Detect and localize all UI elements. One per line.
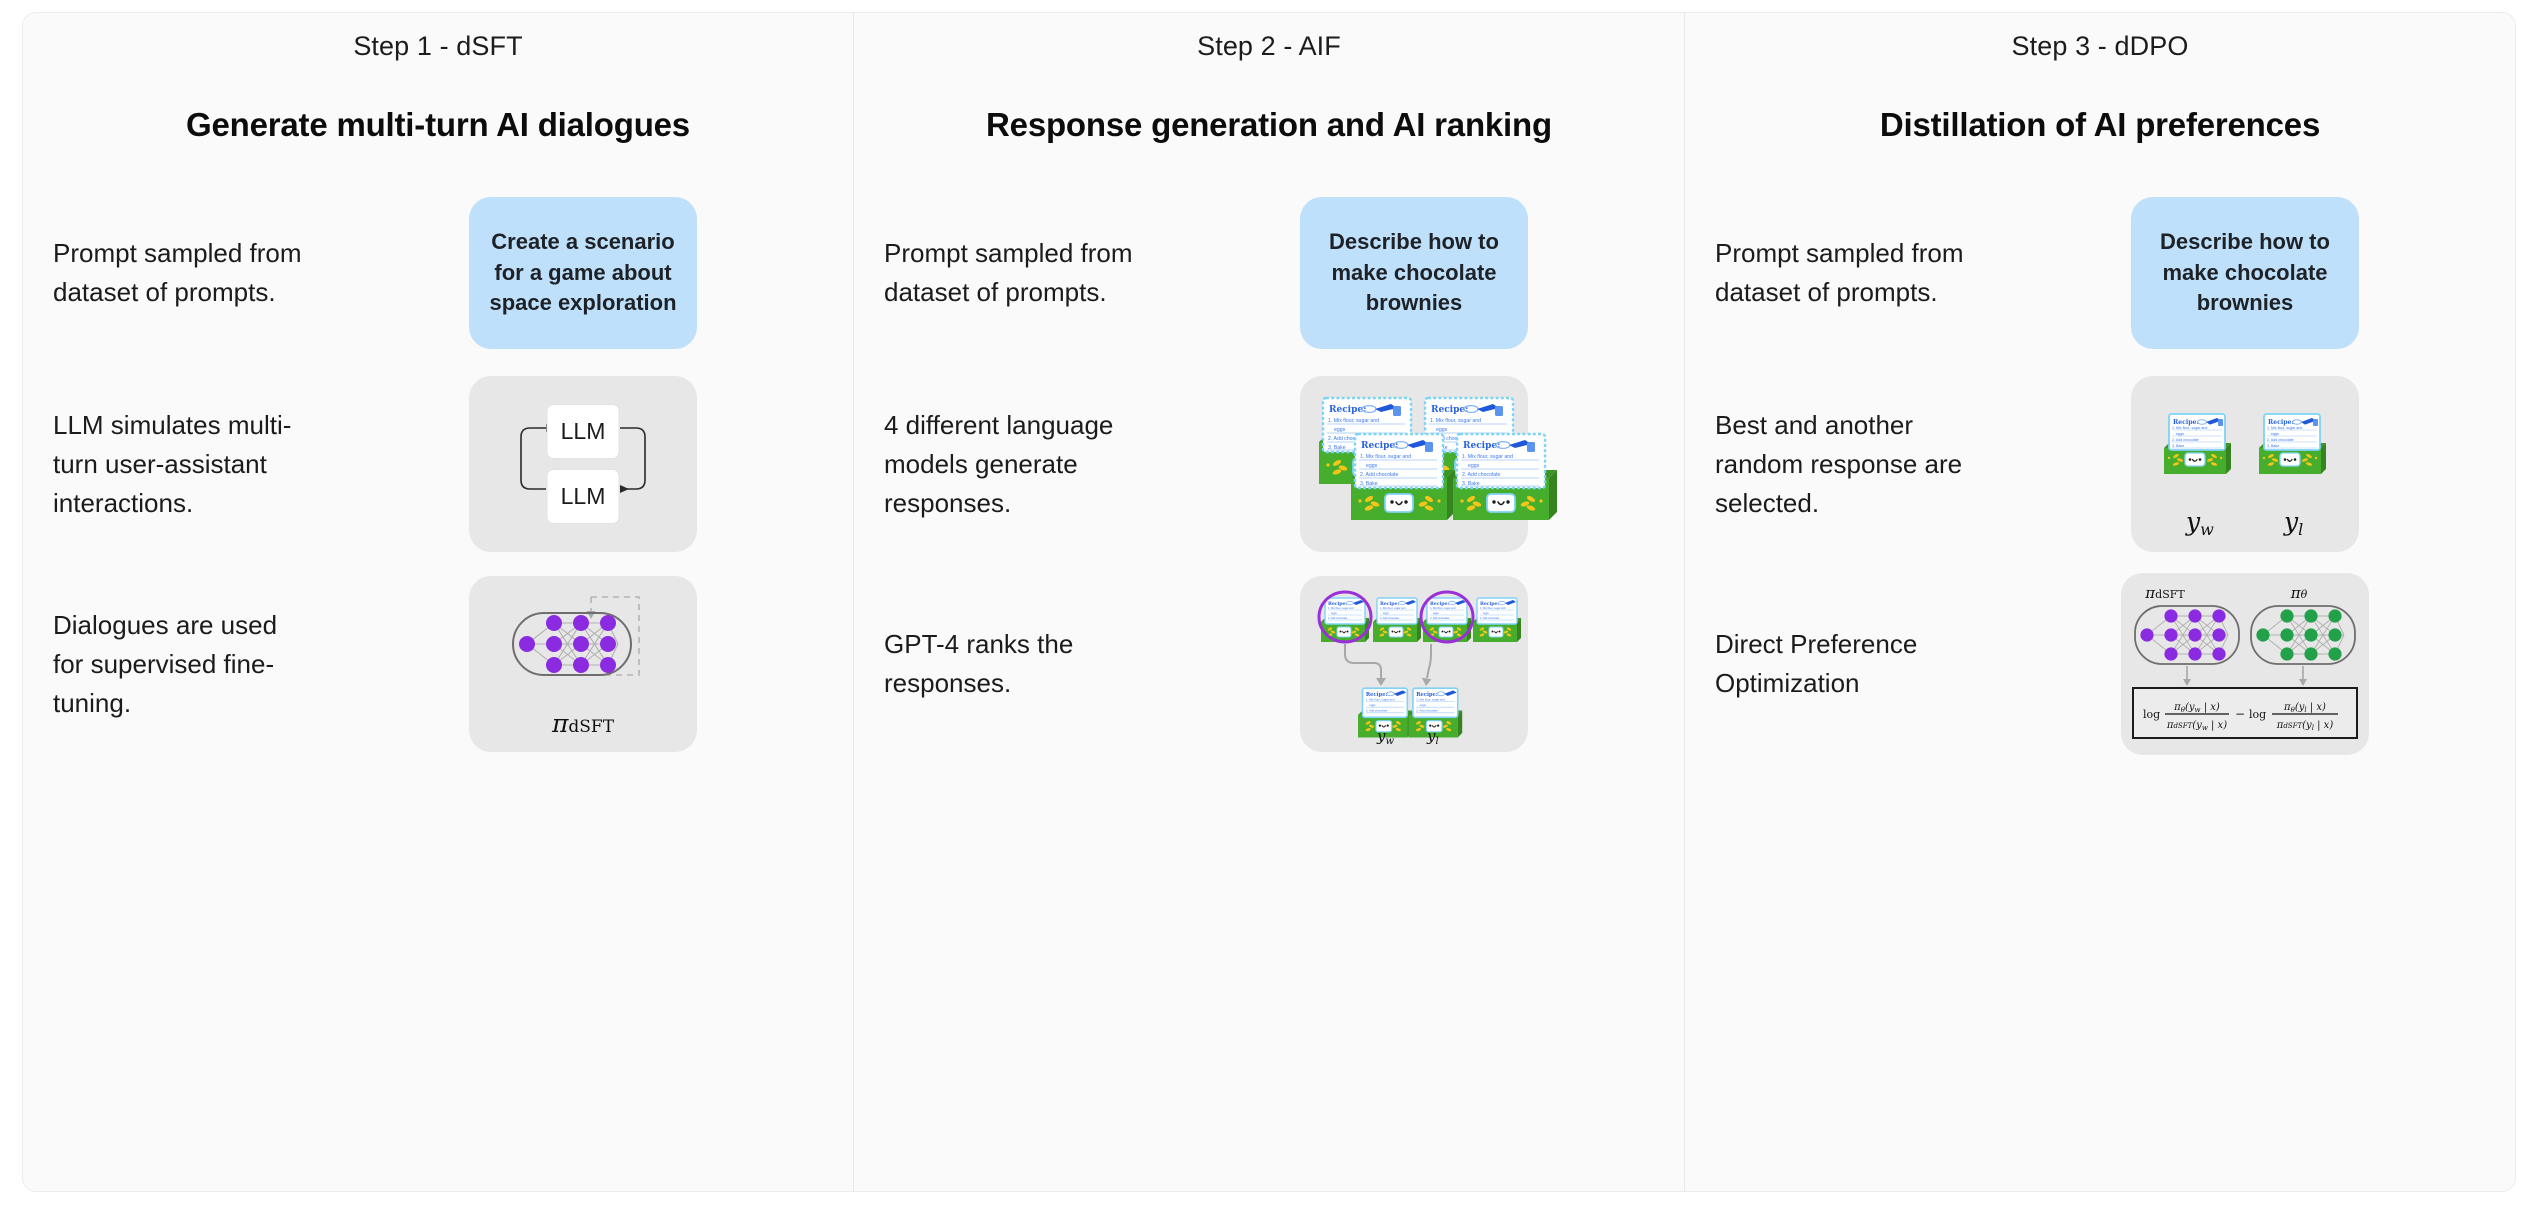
pi-dsft-label: πdSFT [2144,584,2185,602]
row-description: 4 different language models generate res… [884,409,1114,518]
row-visual: LLM LLM [313,376,853,552]
row-visual: Create a scenario for a game about space… [313,197,853,349]
row-2-col-2: 4 different language models generate res… [854,365,1684,563]
dpo-diagram-icon: πdSFT πθ log πθ(yw | x) πdSFT(yw | x) − … [2132,584,2358,739]
ranking-diagram-icon: Recipe: 1. Mix flour, sugar and eggs [1317,590,1522,747]
llm-box-bottom: LLM [546,469,620,524]
row-visual: Recipe: 1. Mix flour, sugar and eggs 2. … [1975,376,2515,552]
row-description: Direct Preference Optimization [1715,629,1918,698]
row-2-col-3: Best and another random response are sel… [1685,365,2515,563]
pi-dsft-label: πdSFT [552,709,614,738]
row-1-col-3: Prompt sampled from dataset of prompts. … [1685,177,2515,369]
row-visual: πdSFT πθ log πθ(yw | x) πdSFT(yw | x) − … [1975,573,2515,755]
gpt4-ranking-card: Recipe: 1. Mix flour, sugar and eggs [1300,576,1528,752]
step-label-3: Step 3 - dDPO [2011,31,2189,61]
neural-network-dsft-icon [511,595,640,676]
label-yl: yl [2283,507,2303,539]
dsft-model-card: πdSFT [469,576,697,752]
prompt-bubble: Describe how to make chocolate brownies [2131,197,2359,349]
row-3-col-3: Direct Preference Optimization πdSFT πθ [1685,565,2515,763]
column-step-1: Step 1 - dSFT Generate multi-turn AI dia… [23,13,853,1191]
recipe-stack-card: Recipe: 1. Mix flour, sugar and eggs 2. … [1300,376,1559,552]
formula-minus: − [2235,707,2245,721]
step-label-1: Step 1 - dSFT [353,31,523,61]
four-recipe-cards-icon: Recipe: 1. Mix flour, sugar and eggs 2. … [1317,396,1559,522]
formula-log-1: log [2143,708,2160,721]
dpo-formula-card: πdSFT πθ log πθ(yw | x) πdSFT(yw | x) − … [2121,573,2369,755]
step-title-3: Distillation of AI preferences [1879,106,2321,143]
row-description: Prompt sampled from dataset of prompts. [53,238,302,307]
row-1-col-2: Prompt sampled from dataset of prompts. … [854,177,1684,369]
row-visual: Describe how to make chocolate brownies [1975,197,2515,349]
row-description: Dialogues are used for supervised fine-t… [53,609,278,718]
pi-theta-label: πθ [2290,584,2308,602]
row-2-col-1: LLM simulates multi-turn user-assistant … [23,365,853,563]
row-visual: Describe how to make chocolate brownies [1144,197,1684,349]
row-3-col-2: GPT-4 ranks the responses. Recipe: 1. Mi… [854,565,1684,763]
pi-symbol: π [551,708,569,738]
step-title-1: Generate multi-turn AI dialogues [186,106,690,143]
row-1-col-1: Prompt sampled from dataset of prompts. … [23,177,853,369]
figure-panel: Step 1 - dSFT Generate multi-turn AI dia… [22,12,2516,1192]
selected-responses-icon: Recipe: 1. Mix flour, sugar and eggs 2. … [2163,413,2327,539]
prompt-bubble: Describe how to make chocolate brownies [1300,197,1528,349]
row-visual: Recipe: 1. Mix flour, sugar and eggs 2. … [1144,376,1684,552]
row-3-col-1: Dialogues are used for supervised fine-t… [23,565,853,763]
llm-box-top: LLM [546,404,620,459]
pi-subscript: dSFT [568,716,615,737]
formula-log-2: log [2249,708,2266,721]
row-description: Prompt sampled from dataset of prompts. [1715,238,1964,307]
row-description: Best and another random response are sel… [1715,409,1963,518]
step-label-2: Step 2 - AIF [1197,31,1341,61]
column-step-2: Step 2 - AIF Response generation and AI … [854,13,1684,1191]
column-step-3: Step 3 - dDPO Distillation of AI prefere… [1685,13,2515,1191]
label-yw: yw [2185,507,2214,539]
step-title-2: Response generation and AI ranking [986,106,1552,143]
row-visual: Recipe: 1. Mix flour, sugar and eggs [1144,576,1684,752]
two-recipes-card: Recipe: 1. Mix flour, sugar and eggs 2. … [2131,376,2359,552]
llm-loop-card: LLM LLM [469,376,697,552]
row-description: GPT-4 ranks the responses. [884,629,1074,698]
row-description: Prompt sampled from dataset of prompts. [884,238,1133,307]
row-visual: πdSFT [313,576,853,752]
prompt-bubble: Create a scenario for a game about space… [469,197,697,349]
row-description: LLM simulates multi-turn user-assistant … [53,409,292,518]
